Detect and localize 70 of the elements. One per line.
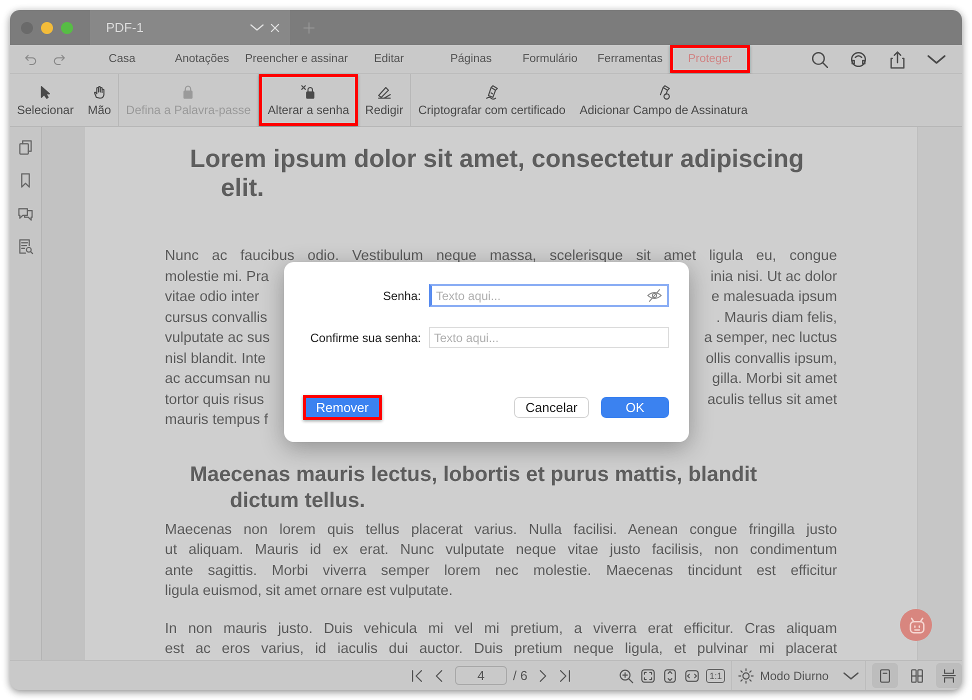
- menu-tab[interactable]: Páginas: [432, 45, 510, 73]
- first-page-icon: [409, 668, 425, 684]
- text-line: a semper, nec luctus: [704, 329, 838, 348]
- minimize-button[interactable]: [41, 22, 53, 34]
- heading: Maecenas mauris lectus, lobortis et purus mattis, blandit dictum tellus.: [188, 462, 758, 514]
- toolbar-button[interactable]: Redigir: [358, 74, 410, 126]
- menu-tab[interactable]: Casa: [82, 45, 162, 73]
- fit-page-icon: [640, 668, 656, 684]
- fit-width-icon: [684, 668, 700, 684]
- password-field[interactable]: Texto aqui...: [429, 327, 669, 348]
- zoom-button[interactable]: [61, 22, 73, 34]
- view-button[interactable]: [936, 663, 962, 688]
- sun-icon: [738, 668, 754, 684]
- heading: Lorem ipsum dolor sit amet, consectetur adipiscing elit.: [188, 145, 805, 203]
- text-line: tortor quis risus: [164, 390, 264, 410]
- text-line: mauris tempus f: [164, 412, 268, 428]
- comment-icon: [16, 205, 34, 222]
- actual-size-button[interactable]: 1:1: [706, 668, 725, 682]
- menu-tab[interactable]: Editar: [346, 45, 432, 73]
- field-label: Senha:: [382, 288, 421, 302]
- text-line: inia nisi. Ut ac dolor: [710, 268, 838, 286]
- mode-label: Modo Diurno: [760, 668, 829, 682]
- text-line: ollis convallis ipsum,: [706, 350, 838, 368]
- view-button[interactable]: [872, 663, 898, 688]
- toolbar-button[interactable]: Alterar a senha: [258, 74, 358, 126]
- headset-icon: [849, 50, 868, 68]
- text-line: vitae odio inter: [164, 288, 260, 307]
- page-number-field[interactable]: 4: [455, 666, 507, 685]
- page-count: / 6: [513, 668, 528, 683]
- text-line: gilla. Morbi sit amet: [712, 370, 838, 389]
- eye-icon: [647, 288, 662, 303]
- dialog-button[interactable]: OK: [601, 397, 669, 418]
- text-line: Nunc ac faucibus odio. Vestibulum neque massa, scelerisque sit amet ligula eu, congue: [164, 247, 838, 266]
- text-line: ac accumsan nu: [164, 370, 270, 389]
- text-line: vulputate ac sus: [164, 329, 270, 348]
- document-search-icon: [16, 238, 34, 255]
- text-line: . Mauris diam felis,: [716, 308, 838, 328]
- text-line: e malesuada ipsum: [711, 288, 838, 307]
- add-tab-icon[interactable]: [302, 20, 316, 34]
- menu-tab[interactable]: Ferramentas: [590, 45, 670, 73]
- field-label: Confirme sua senha:: [309, 330, 421, 344]
- dialog-button[interactable]: Remover: [303, 395, 382, 420]
- text-line: cursus convallis: [164, 308, 268, 328]
- dialog-button[interactable]: Cancelar: [514, 397, 589, 418]
- password-field[interactable]: Texto aqui...: [429, 284, 669, 307]
- toolbar-button[interactable]: Adicionar Campo de Assinatura: [572, 74, 755, 126]
- scroll-icon: [940, 668, 957, 684]
- toolbar-button[interactable]: Selecionar: [10, 74, 81, 126]
- fit-height-icon: [662, 668, 678, 684]
- chevron-icon: [250, 24, 264, 31]
- pen-icon: [484, 84, 500, 100]
- text-line: nisl blandit. Inte: [164, 350, 266, 368]
- document-tab[interactable]: PDF-1: [90, 10, 290, 45]
- hand-icon: [91, 84, 108, 100]
- pages-icon: [16, 139, 34, 156]
- menu-tab[interactable]: Preencher e assinar: [242, 45, 346, 73]
- menu-tab[interactable]: Formulário: [510, 45, 590, 73]
- toolbar-button[interactable]: Criptografar com certificado: [411, 74, 573, 126]
- text-line: molestie mi. Pra: [164, 268, 269, 286]
- toolbar-button[interactable]: Mão: [80, 74, 118, 126]
- paragraph: In non mauris justo. Duis vehicula mi vel mi pretium, a viverra erat efficitur. Cras aliquam est ac eros varius, id iaculis dui auctor. Duis pretium neque ligula, et pulvinar mi placerat: [164, 620, 838, 659]
- two-page-icon: [908, 668, 925, 684]
- share-icon: [888, 50, 907, 68]
- zoom-in-icon: [618, 668, 634, 684]
- lock-icon: [300, 84, 316, 100]
- menu-tab[interactable]: Anotações: [162, 45, 242, 73]
- text-line: aculis tellus sit amet: [707, 390, 838, 410]
- paragraph: Maecenas non lorem quis tellus placerat varius. Nulla facilisi. Aenean congue fringilla justo ut aliquam. Mauris id ex erat. Nunc vulputate neque vitae justo facilisis, non condimentum ante sagittis. Morbi viverra semper lorem nec molestie. Maecenas tincidunt est efficitur ligula euismod, sit amet ornare est vulputate.: [164, 520, 838, 601]
- tab-title: PDF-1: [106, 20, 144, 35]
- search-icon: [810, 50, 829, 68]
